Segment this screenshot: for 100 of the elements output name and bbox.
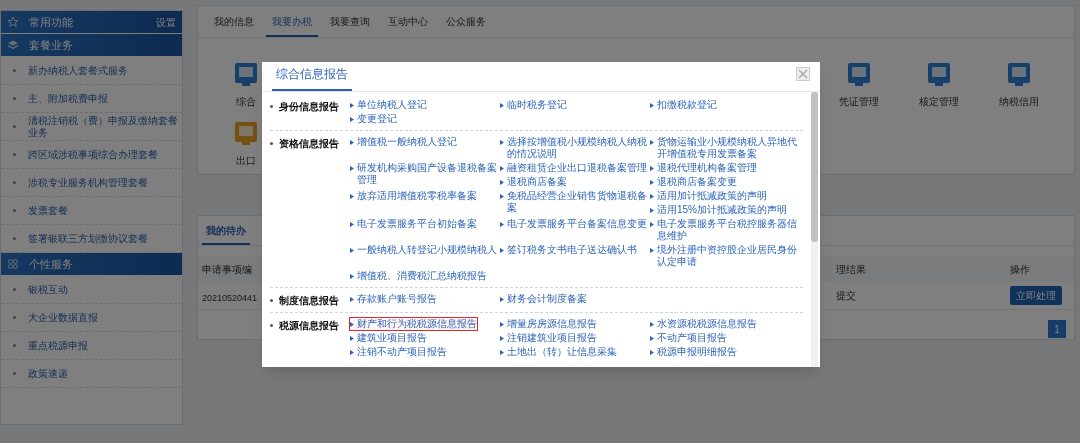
report-link[interactable]: 退税商店备案 (500, 176, 567, 188)
triangle-icon (350, 103, 354, 108)
report-link[interactable]: 境外注册中资控股企业居民身份认定申请 (650, 244, 798, 268)
report-link[interactable]: 增量房房源信息报告 (500, 318, 597, 330)
report-link[interactable]: 税源申报明细报告 (650, 346, 737, 358)
column-header: 操作 (1010, 262, 1030, 277)
triangle-icon (350, 194, 354, 199)
service-label[interactable]: 核定管理 (919, 94, 959, 109)
report-link[interactable]: 临时税务登记 (500, 99, 567, 111)
report-link[interactable]: 扣缴税款登记 (650, 99, 717, 111)
report-link[interactable]: 电子发票服务平台初始备案 (350, 218, 477, 230)
tab[interactable]: 我要办税 (266, 7, 318, 37)
report-link[interactable]: 退税代理机构备案管理 (650, 162, 757, 174)
sidebar-item-label: 涉税专业服务机构管理套餐 (28, 176, 148, 189)
report-link[interactable]: 存款账户账号报告 (350, 293, 437, 305)
sidebar-item-label: 清税注销税（费）申报及缴纳套餐业务 (28, 114, 178, 139)
sidebar-item[interactable]: 涉税专业服务机构管理套餐 (1, 169, 182, 197)
service-icon[interactable] (232, 119, 260, 147)
triangle-icon (500, 350, 504, 355)
star-icon (7, 16, 19, 28)
report-link[interactable]: 不动产项目报告 (650, 332, 727, 344)
triangle-icon (650, 222, 654, 227)
report-link[interactable]: 免税品经营企业销售货物退税备案 (500, 190, 648, 214)
report-link[interactable]: 电子发票服务平台税控服务器信息维护 (650, 218, 798, 242)
triangle-icon (350, 297, 354, 302)
settings-link[interactable]: 设置 (156, 14, 176, 30)
sidebar-item-label: 重点税源申报 (28, 339, 88, 352)
service-icon[interactable] (1005, 60, 1033, 88)
bullet-icon (13, 181, 16, 184)
triangle-icon (500, 248, 504, 253)
bullet-icon (13, 97, 16, 100)
scrollbar[interactable] (811, 92, 818, 367)
report-link[interactable]: 单位纳税人登记 (350, 99, 427, 111)
bullet-icon (13, 125, 16, 128)
report-link[interactable]: 一般纳税人转登记小规模纳税人 (350, 244, 497, 256)
bullet-icon (270, 324, 273, 327)
sidebar-item-label: 新办纳税人套餐式服务 (28, 64, 128, 77)
report-link[interactable]: 水资源税税源信息报告 (650, 318, 757, 330)
service-label[interactable]: 凭证管理 (839, 94, 879, 109)
report-link[interactable]: 研发机构采购国产设备退税备案管理 (350, 162, 498, 186)
sidebar-item[interactable]: 发票套餐 (1, 197, 182, 225)
process-button[interactable]: 立即处理 (1010, 286, 1062, 305)
report-link[interactable]: 注销不动产项目报告 (350, 346, 447, 358)
grid-icon (7, 258, 19, 270)
report-link[interactable]: 选择按增值税小规模纳税人纳税的情况说明 (500, 136, 648, 160)
service-icon[interactable] (232, 60, 260, 88)
tab[interactable]: 我的待办 (202, 217, 250, 245)
sidebar-item[interactable]: 银税互动 (1, 276, 182, 304)
section-header[interactable]: 套餐业务 (1, 34, 182, 56)
bullet-icon (270, 105, 273, 108)
report-link[interactable]: 土地出（转）让信息采集 (500, 346, 617, 358)
column-header: 理结果 (836, 262, 867, 277)
tab[interactable]: 我要查询 (324, 7, 376, 37)
service-label[interactable]: 纳税信用 (999, 94, 1039, 109)
report-link[interactable]: 放弃适用增值税零税率备案 (350, 190, 477, 202)
service-icon[interactable] (845, 60, 873, 88)
tab[interactable]: 我的信息 (208, 7, 260, 37)
close-button[interactable] (796, 67, 810, 81)
report-link[interactable]: 增值税一般纳税人登记 (350, 136, 457, 148)
triangle-icon (350, 117, 354, 122)
report-link[interactable]: 注销建筑业项目报告 (500, 332, 597, 344)
section-header[interactable]: 常用功能 设置 (1, 11, 182, 33)
tab[interactable]: 公众服务 (440, 7, 492, 37)
sidebar-item[interactable]: 清税注销税（费）申报及缴纳套餐业务 (1, 113, 182, 141)
service-icon[interactable] (925, 60, 953, 88)
sidebar-item[interactable]: 重点税源申报 (1, 332, 182, 360)
report-link[interactable]: 融资租赁企业出口退税备案管理 (500, 162, 647, 174)
section-header[interactable]: 个性服务 (1, 253, 182, 275)
report-link[interactable]: 财务会计制度备案 (500, 293, 587, 305)
triangle-icon (350, 274, 354, 279)
report-link[interactable]: 退税商店备案变更 (650, 176, 737, 188)
report-link[interactable]: 财产和行为税税源信息报告 (350, 318, 477, 330)
tab[interactable]: 互动中心 (382, 7, 434, 37)
report-link[interactable]: 货物运输业小规模纳税人异地代开增值税专用发票备案 (650, 136, 798, 160)
report-link[interactable]: 适用加计抵减政策的声明 (650, 190, 767, 202)
report-link[interactable]: 增值税、消费税汇总纳税报告 (350, 270, 487, 282)
triangle-icon (500, 222, 504, 227)
report-link[interactable]: 签订税务文书电子送达确认书 (500, 244, 637, 256)
sidebar-item[interactable]: 主、附加税费申报 (1, 85, 182, 113)
report-link[interactable]: 电子发票服务平台备案信息变更 (500, 218, 647, 230)
report-link[interactable]: 建筑业项目报告 (350, 332, 427, 344)
section-title: 税源信息报告 (279, 319, 339, 333)
sidebar-item[interactable]: 跨区域涉税事项综合办理套餐 (1, 141, 182, 169)
sidebar-item[interactable]: 新办纳税人套餐式服务 (1, 57, 182, 85)
section-title: 个性服务 (29, 256, 74, 272)
bullet-icon (13, 372, 16, 375)
sidebar-item-label: 发票套餐 (28, 204, 68, 217)
service-label[interactable]: 出口 (236, 153, 256, 168)
triangle-icon (650, 336, 654, 341)
triangle-icon (350, 350, 354, 355)
triangle-icon (650, 208, 654, 213)
service-label[interactable]: 综合 (236, 94, 256, 109)
section-title: 身份信息报告 (279, 100, 339, 114)
layers-icon (7, 39, 19, 51)
sidebar-item-label: 主、附加税费申报 (28, 92, 108, 105)
report-link[interactable]: 适用15%加计抵减政策的声明 (650, 204, 787, 216)
report-link[interactable]: 变更登记 (350, 113, 397, 125)
sidebar-item[interactable]: 政策速递 (1, 360, 182, 388)
dialog-title: 综合信息报告 (272, 65, 352, 91)
sidebar-item[interactable]: 大企业数据直报 (1, 304, 182, 332)
